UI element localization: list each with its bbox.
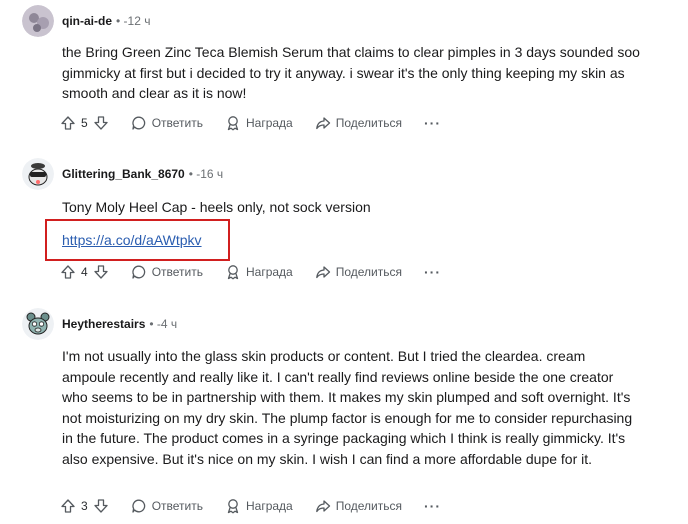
reply-label: Ответить bbox=[151, 499, 203, 513]
comment-body: the Bring Green Zinc Teca Blemish Serum … bbox=[62, 44, 640, 101]
reply-label: Ответить bbox=[151, 116, 203, 130]
vote-count: 3 bbox=[81, 499, 88, 513]
share-icon bbox=[315, 264, 331, 280]
comment-bubble-icon bbox=[131, 264, 147, 280]
award-button[interactable]: Награда bbox=[225, 115, 293, 131]
comment-author[interactable]: Glittering_Bank_8670 bbox=[62, 167, 185, 181]
avatar[interactable] bbox=[22, 5, 54, 37]
reply-button[interactable]: Ответить bbox=[131, 264, 203, 280]
award-icon bbox=[225, 115, 241, 131]
reply-button[interactable]: Ответить bbox=[131, 115, 203, 131]
upvote-icon[interactable] bbox=[60, 115, 76, 131]
vote-count: 4 bbox=[81, 265, 88, 279]
more-options-button[interactable]: ··· bbox=[424, 264, 441, 280]
vote-group: 3 bbox=[60, 498, 109, 514]
share-label: Поделиться bbox=[335, 499, 402, 513]
comment-bubble-icon bbox=[131, 498, 147, 514]
award-label: Награда bbox=[245, 265, 293, 279]
comment-body: I'm not usually into the glass skin prod… bbox=[62, 348, 633, 467]
vote-group: 4 bbox=[60, 264, 109, 280]
reply-label: Ответить bbox=[151, 265, 203, 279]
share-icon bbox=[315, 498, 331, 514]
reply-button[interactable]: Ответить bbox=[131, 498, 203, 514]
avatar[interactable] bbox=[22, 308, 54, 340]
share-label: Поделиться bbox=[335, 265, 402, 279]
comment-header: Glittering_Bank_8670 • -16 ч bbox=[22, 158, 223, 190]
award-icon bbox=[225, 498, 241, 514]
award-button[interactable]: Награда bbox=[225, 498, 293, 514]
comment-author[interactable]: qin-ai-de bbox=[62, 14, 112, 28]
upvote-icon[interactable] bbox=[60, 498, 76, 514]
comment-actions: 3 Ответить Награда Поделиться ··· bbox=[60, 494, 441, 518]
comment-bubble-icon bbox=[131, 115, 147, 131]
upvote-icon[interactable] bbox=[60, 264, 76, 280]
avatar[interactable] bbox=[22, 158, 54, 190]
comment-time: • -16 ч bbox=[188, 167, 224, 181]
share-button[interactable]: Поделиться bbox=[315, 498, 402, 514]
award-label: Награда bbox=[245, 116, 293, 130]
downvote-icon[interactable] bbox=[93, 264, 109, 280]
share-label: Поделиться bbox=[335, 116, 402, 130]
comment-time: • -12 ч bbox=[116, 14, 151, 28]
downvote-icon[interactable] bbox=[93, 498, 109, 514]
comment-body: Tony Moly Heel Cap - heels only, not soc… bbox=[62, 199, 371, 215]
award-icon bbox=[225, 264, 241, 280]
comment-actions: 5 Ответить Награда Поделиться ··· bbox=[60, 111, 441, 135]
vote-count: 5 bbox=[81, 116, 88, 130]
comment-time: • -4 ч bbox=[149, 317, 178, 331]
vote-group: 5 bbox=[60, 115, 109, 131]
share-button[interactable]: Поделиться bbox=[315, 264, 402, 280]
comment-header: qin-ai-de • -12 ч bbox=[22, 5, 150, 37]
comment-author[interactable]: Heytherestairs bbox=[62, 317, 145, 331]
comment-actions: 4 Ответить Награда Поделиться ··· bbox=[60, 260, 441, 284]
share-icon bbox=[315, 115, 331, 131]
award-button[interactable]: Награда bbox=[225, 264, 293, 280]
more-options-button[interactable]: ··· bbox=[424, 115, 441, 131]
award-label: Награда bbox=[245, 499, 293, 513]
comment-header: Heytherestairs • -4 ч bbox=[22, 308, 177, 340]
more-options-button[interactable]: ··· bbox=[424, 498, 441, 514]
share-button[interactable]: Поделиться bbox=[315, 115, 402, 131]
highlight-box bbox=[45, 219, 230, 261]
downvote-icon[interactable] bbox=[93, 115, 109, 131]
